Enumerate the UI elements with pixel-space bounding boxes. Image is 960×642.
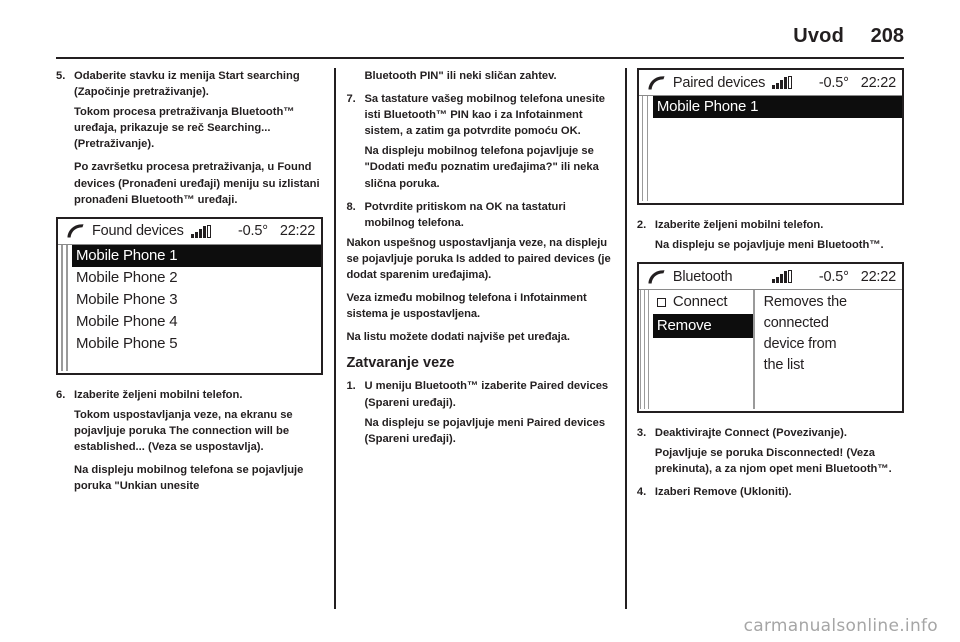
page-number: 208: [870, 25, 904, 47]
display-clock: 22:22: [860, 74, 896, 91]
phone-handset-icon: [67, 224, 84, 238]
paired-devices-display: Paired devices -0.5° 22:22 Mobile Phone …: [636, 68, 904, 205]
display-body: Mobile Phone 1: [638, 96, 902, 201]
phone-handset-icon: [648, 75, 665, 89]
display-temperature: -0.5°: [238, 223, 268, 240]
step-number: 3.: [636, 427, 647, 440]
step-number: 8.: [346, 200, 356, 213]
display-title: Paired devices: [672, 74, 766, 91]
watermark: carmanualsonline.info: [743, 616, 938, 636]
header-divider: [56, 57, 904, 59]
step-text: U meniju Bluetooth™ izaberite Paired dev…: [364, 380, 609, 409]
signal-bars-icon: [772, 270, 793, 284]
step-text: Izaberite željeni mobilni telefon.: [654, 219, 824, 231]
menu-item-connect[interactable]: Connect: [653, 290, 755, 314]
paragraph: Na displeju mobilnog telefona pojavljuje…: [364, 145, 599, 190]
paragraph: Po završetku procesa pretraživanja, u Fo…: [74, 161, 320, 206]
column-gap-1: [323, 68, 346, 613]
menu-description: Removes the connected device from the li…: [755, 290, 902, 409]
display-title-bar: Bluetooth -0.5° 22:22: [638, 264, 902, 291]
step-text: Odaberite stavku iz menija Start searchi…: [74, 70, 300, 99]
signal-bars-icon: [190, 224, 211, 238]
step-text: Potvrdite pritiskom na OK na tastaturi m…: [364, 200, 566, 229]
bluetooth-display: Bluetooth -0.5° 22:22 Connect Remove Rem…: [636, 262, 904, 414]
device-list[interactable]: Mobile Phone 1: [639, 96, 902, 118]
column-right: Paired devices -0.5° 22:22 Mobile Phone …: [636, 68, 904, 613]
description-line: connected: [763, 315, 829, 332]
step-text: Izaberite željeni mobilni telefon.: [74, 388, 243, 401]
step-text: Sa tastature vašeg mobilnog telefona une…: [364, 93, 606, 138]
step-item: 5. Odaberite stavku iz menija Start searc…: [56, 68, 323, 100]
description-line: Removes the: [763, 294, 847, 311]
list-item[interactable]: Mobile Phone 1: [72, 244, 322, 267]
page-header: Uvod 208: [56, 14, 904, 54]
signal-bars-icon: [772, 76, 793, 89]
step-number: 1.: [346, 380, 356, 393]
paragraph: Pojavljuje se poruka Disconnected! (Veza…: [654, 447, 892, 476]
step-number: 7.: [346, 93, 356, 106]
display-title-bar: Paired devices -0.5° 22:22: [638, 70, 902, 96]
display-body: Connect Remove Removes the connected dev…: [638, 290, 902, 410]
device-list[interactable]: Mobile Phone 1 Mobile Phone 2 Mobile Pho…: [58, 244, 322, 355]
display-clock: 22:22: [860, 268, 896, 285]
list-item[interactable]: Mobile Phone 2: [72, 267, 321, 289]
description-line: the list: [763, 357, 805, 374]
column-divider: [334, 68, 337, 609]
list-item[interactable]: Mobile Phone 1: [652, 96, 902, 118]
paragraph: Tokom uspostavljanja veze, na ekranu se …: [74, 408, 293, 454]
paragraph: Nakon uspešnog uspostavljanja veze, na d…: [346, 236, 611, 282]
column-middle: Bluetooth PIN" ili neki sličan zahtev. 7…: [346, 68, 613, 613]
step-item: 1. U meniju Bluetooth™ izaberite Paired d…: [346, 378, 613, 410]
step-number: 6.: [56, 388, 66, 401]
step-number: 2.: [636, 219, 647, 231]
step-text: Izaberi Remove (Ukloniti).: [654, 486, 792, 499]
display-title-bar: Found devices -0.5° 22:22: [58, 218, 322, 245]
page-title: Uvod: [793, 25, 844, 47]
paragraph: Tokom procesa pretraživanja Bluetooth™ u…: [74, 106, 295, 151]
list-item[interactable]: Mobile Phone 4: [72, 311, 321, 333]
menu-item-remove[interactable]: Remove: [652, 314, 755, 339]
step-item: 3. Deaktivirajte Connect (Povezivanje).: [637, 425, 904, 441]
paragraph: Bluetooth PIN" ili neki sličan zahtev.: [364, 70, 557, 82]
step-item: 7. Sa tastature vašeg mobilnog telefona u…: [346, 91, 613, 139]
menu-item-label: Connect: [672, 293, 728, 311]
menu-item-label: Remove: [656, 317, 712, 335]
phone-handset-icon: [648, 269, 665, 284]
step-text: Deaktivirajte Connect (Povezivanje).: [654, 427, 847, 440]
step-item: 6. Izaberite željeni mobilni telefon.: [56, 387, 323, 403]
step-item: 8. Potvrdite pritiskom na OK na tastaturi…: [346, 199, 613, 231]
paragraph: Na displeju se pojavljuje meni Bluetooth…: [654, 239, 884, 252]
bluetooth-menu[interactable]: Connect Remove: [639, 290, 755, 410]
step-number: 5.: [56, 70, 66, 82]
list-item[interactable]: Mobile Phone 3: [72, 289, 321, 311]
step-item: 4. Izaberi Remove (Ukloniti).: [637, 484, 904, 500]
display-title: Bluetooth: [672, 268, 733, 285]
content-columns: 5. Odaberite stavku iz menija Start searc…: [56, 68, 904, 613]
section-heading: Zatvaranje veze: [346, 355, 455, 372]
step-item: 2. Izaberite željeni mobilni telefon.: [637, 217, 904, 233]
column-divider: [624, 68, 627, 609]
paragraph: Na listu možete dodati najviše pet uređa…: [346, 331, 570, 344]
manual-page: Uvod 208 5. Odaberite stavku iz menija St…: [0, 0, 960, 642]
display-temperature: -0.5°: [818, 74, 849, 91]
column-left: 5. Odaberite stavku iz menija Start searc…: [56, 68, 324, 613]
display-temperature: -0.5°: [818, 268, 849, 285]
display-clock: 22:22: [279, 223, 316, 240]
paragraph: Veza između mobilnog telefona i Infotain…: [346, 292, 587, 321]
step-number: 4.: [636, 486, 647, 499]
column-gap-2: [614, 68, 637, 613]
paragraph: Na displeju mobilnog telefona se pojavlj…: [74, 464, 304, 493]
list-item[interactable]: Mobile Phone 5: [72, 333, 321, 355]
display-body: Mobile Phone 1 Mobile Phone 2 Mobile Pho…: [58, 244, 322, 371]
description-line: device from: [763, 336, 837, 353]
checkbox-icon[interactable]: [656, 297, 666, 307]
display-title: Found devices: [92, 223, 184, 240]
found-devices-display: Found devices -0.5° 22:22 Mobile Phone 1: [56, 216, 324, 375]
paragraph: Na displeju se pojavljuje meni Paired de…: [364, 416, 606, 445]
